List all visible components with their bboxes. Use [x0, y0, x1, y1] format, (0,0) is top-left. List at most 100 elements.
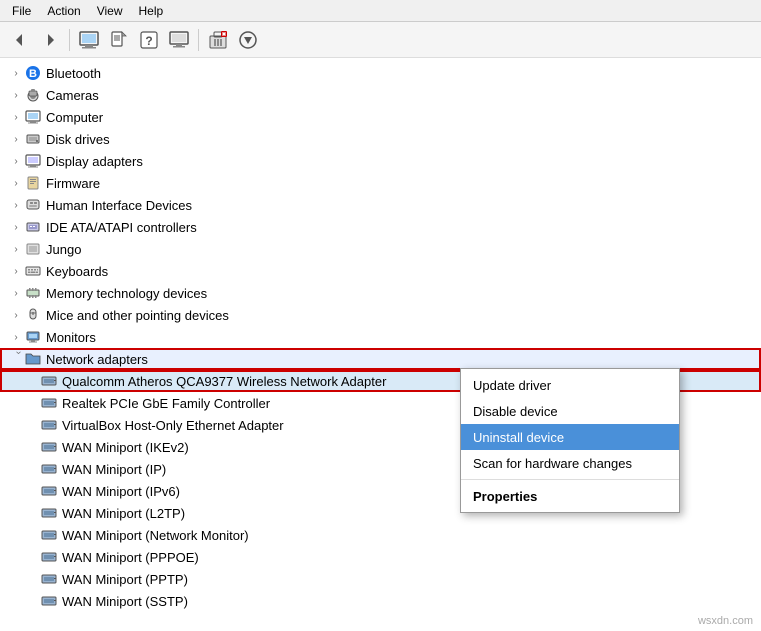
- menu-action[interactable]: Action: [39, 2, 88, 20]
- toolbar-document-button[interactable]: [105, 26, 133, 54]
- expand-arrow-mice[interactable]: ›: [8, 307, 24, 323]
- toolbar-forward-button[interactable]: [36, 26, 64, 54]
- expand-arrow-ide[interactable]: ›: [8, 219, 24, 235]
- tree-item-label-monitors: Monitors: [46, 330, 96, 345]
- computer-icon: [24, 108, 42, 126]
- expand-arrow-hid[interactable]: ›: [8, 197, 24, 213]
- menu-help[interactable]: Help: [131, 2, 172, 20]
- tree-item-label-wan-ipv6: WAN Miniport (IPv6): [62, 484, 180, 499]
- network-device-icon-realtek: [40, 394, 58, 412]
- disk-icon: [24, 130, 42, 148]
- svg-text:B: B: [29, 68, 37, 80]
- tree-item-label-wan-ip: WAN Miniport (IP): [62, 462, 166, 477]
- tree-item-label-qualcomm: Qualcomm Atheros QCA9377 Wireless Networ…: [62, 374, 386, 389]
- tree-item-label-display-adapters: Display adapters: [46, 154, 143, 169]
- context-menu-disable-device[interactable]: Disable device: [461, 398, 679, 424]
- tree-item-bluetooth[interactable]: › B Bluetooth: [0, 62, 761, 84]
- tree-item-label-jungo: Jungo: [46, 242, 81, 257]
- toolbar: ?: [0, 22, 761, 58]
- tree-item-label-wan-sstp: WAN Miniport (SSTP): [62, 594, 188, 609]
- firmware-icon: [24, 174, 42, 192]
- tree-item-network-adapters[interactable]: › Network adapters: [0, 348, 761, 370]
- tree-item-label-bluetooth: Bluetooth: [46, 66, 101, 81]
- tree-item-label-keyboards: Keyboards: [46, 264, 108, 279]
- tree-item-label-wan-ikev2: WAN Miniport (IKEv2): [62, 440, 189, 455]
- context-menu-properties[interactable]: Properties: [461, 483, 679, 509]
- tree-item-wan-pppoe[interactable]: WAN Miniport (PPPOE): [0, 546, 761, 568]
- expand-arrow-firmware[interactable]: ›: [8, 175, 24, 191]
- main-content: › B Bluetooth › Cameras: [0, 58, 761, 631]
- context-menu-disable-device-label: Disable device: [473, 404, 558, 419]
- tree-item-label-virtualbox: VirtualBox Host-Only Ethernet Adapter: [62, 418, 284, 433]
- menu-file[interactable]: File: [4, 2, 39, 20]
- device-tree[interactable]: › B Bluetooth › Cameras: [0, 58, 761, 631]
- expand-arrow-computer[interactable]: ›: [8, 109, 24, 125]
- expand-arrow-jungo[interactable]: ›: [8, 241, 24, 257]
- toolbar-scan-button[interactable]: [165, 26, 193, 54]
- toolbar-back-button[interactable]: [6, 26, 34, 54]
- context-menu-uninstall-device-label: Uninstall device: [473, 430, 564, 445]
- monitor-icon: [24, 328, 42, 346]
- tree-item-label-wan-l2tp: WAN Miniport (L2TP): [62, 506, 185, 521]
- toolbar-properties-button[interactable]: [75, 26, 103, 54]
- tree-item-label-hid: Human Interface Devices: [46, 198, 192, 213]
- context-menu-scan-hardware-label: Scan for hardware changes: [473, 456, 632, 471]
- toolbar-uninstall-button[interactable]: [204, 26, 232, 54]
- mouse-icon: [24, 306, 42, 324]
- tree-item-monitors[interactable]: › Monitors: [0, 326, 761, 348]
- expand-arrow-cameras[interactable]: ›: [8, 87, 24, 103]
- expand-arrow-network-adapters[interactable]: ›: [8, 351, 24, 367]
- tree-item-jungo[interactable]: › Jungo: [0, 238, 761, 260]
- expand-arrow-display-adapters[interactable]: ›: [8, 153, 24, 169]
- tree-item-display-adapters[interactable]: › Display adapters: [0, 150, 761, 172]
- tree-item-firmware[interactable]: › Firmware: [0, 172, 761, 194]
- tree-item-label-disk-drives: Disk drives: [46, 132, 110, 147]
- tree-item-mice[interactable]: › Mice and other pointing devices: [0, 304, 761, 326]
- bluetooth-icon: B: [24, 64, 42, 82]
- hid-icon: [24, 196, 42, 214]
- tree-item-label-firmware: Firmware: [46, 176, 100, 191]
- tree-item-hid[interactable]: › Human Interface Devices: [0, 194, 761, 216]
- tree-item-label-network-adapters: Network adapters: [46, 352, 148, 367]
- context-menu-separator: [461, 479, 679, 480]
- context-menu-scan-hardware[interactable]: Scan for hardware changes: [461, 450, 679, 476]
- tree-item-label-wan-netmon: WAN Miniport (Network Monitor): [62, 528, 249, 543]
- network-device-icon-wan-sstp: [40, 592, 58, 610]
- tree-item-label-wan-pppoe: WAN Miniport (PPPOE): [62, 550, 199, 565]
- svg-text:?: ?: [145, 34, 152, 48]
- tree-item-ide[interactable]: › IDE ATA/ATAPI controllers: [0, 216, 761, 238]
- expand-arrow-bluetooth[interactable]: ›: [8, 65, 24, 81]
- network-device-icon-virtualbox: [40, 416, 58, 434]
- expand-arrow-monitors[interactable]: ›: [8, 329, 24, 345]
- tree-item-computer[interactable]: › Computer: [0, 106, 761, 128]
- display-icon: [24, 152, 42, 170]
- expand-arrow-disk-drives[interactable]: ›: [8, 131, 24, 147]
- tree-item-wan-sstp[interactable]: WAN Miniport (SSTP): [0, 590, 761, 612]
- network-device-icon-qualcomm: [40, 372, 58, 390]
- tree-item-label-wan-pptp: WAN Miniport (PPTP): [62, 572, 188, 587]
- context-menu-properties-label: Properties: [473, 489, 537, 504]
- jungo-icon: [24, 240, 42, 258]
- watermark: wsxdn.com: [698, 615, 753, 627]
- context-menu-update-driver[interactable]: Update driver: [461, 372, 679, 398]
- expand-arrow-memory[interactable]: ›: [8, 285, 24, 301]
- toolbar-separator-1: [69, 29, 70, 51]
- tree-item-label-ide: IDE ATA/ATAPI controllers: [46, 220, 197, 235]
- network-device-icon-wan-pppoe: [40, 548, 58, 566]
- context-menu-uninstall-device[interactable]: Uninstall device: [461, 424, 679, 450]
- menu-view[interactable]: View: [89, 2, 131, 20]
- tree-item-disk-drives[interactable]: › Disk drives: [0, 128, 761, 150]
- tree-item-cameras[interactable]: › Cameras: [0, 84, 761, 106]
- tree-item-label-computer: Computer: [46, 110, 103, 125]
- keyboard-icon: [24, 262, 42, 280]
- camera-icon: [24, 86, 42, 104]
- tree-item-wan-netmon[interactable]: WAN Miniport (Network Monitor): [0, 524, 761, 546]
- memory-icon: [24, 284, 42, 302]
- tree-item-keyboards[interactable]: › Keyboards: [0, 260, 761, 282]
- network-device-icon-wan-ikev2: [40, 438, 58, 456]
- toolbar-add-button[interactable]: [234, 26, 262, 54]
- tree-item-memory[interactable]: › Memory technology devices: [0, 282, 761, 304]
- toolbar-help-button[interactable]: ?: [135, 26, 163, 54]
- tree-item-wan-pptp[interactable]: WAN Miniport (PPTP): [0, 568, 761, 590]
- expand-arrow-keyboards[interactable]: ›: [8, 263, 24, 279]
